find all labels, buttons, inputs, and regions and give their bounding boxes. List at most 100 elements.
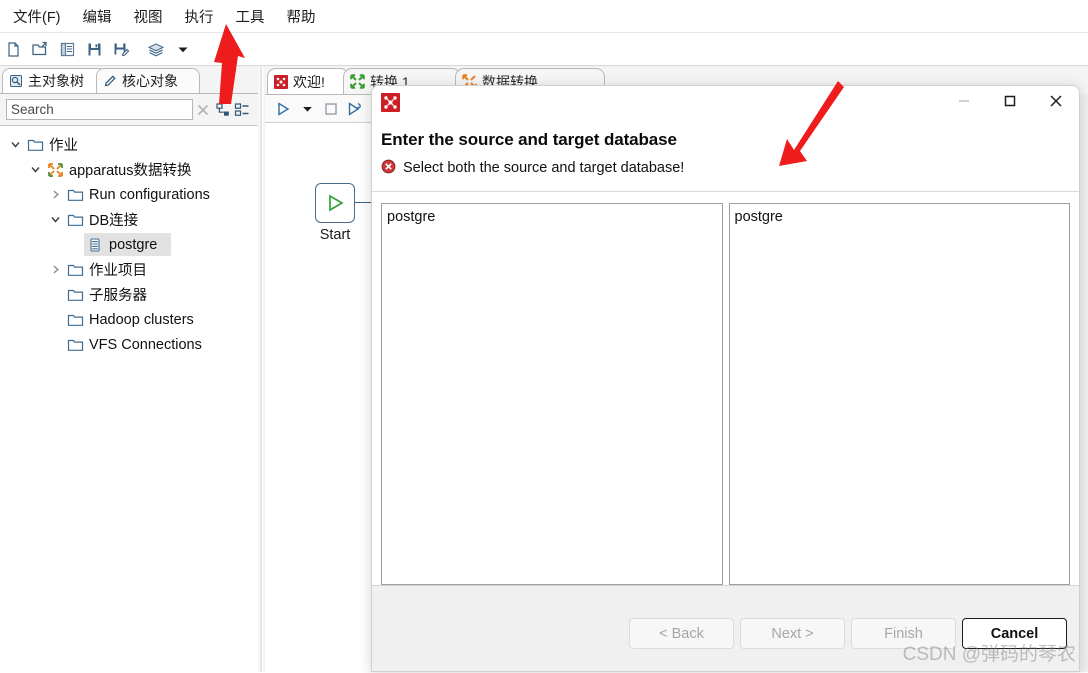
folder-icon: [64, 332, 86, 357]
stop-icon[interactable]: [319, 97, 343, 121]
dialog-header: Enter the source and target database Sel…: [372, 130, 1079, 191]
run-dropdown-icon[interactable]: [295, 97, 319, 121]
transformation-icon: [44, 157, 66, 182]
selection-highlight: postgre: [84, 232, 172, 257]
next-button[interactable]: Next >: [740, 618, 845, 649]
layers-icon[interactable]: [143, 36, 169, 62]
kettle-icon: [381, 93, 400, 115]
left-panel-tabstrip: 主对象树 核心对象: [0, 66, 258, 94]
tab-welcome[interactable]: 欢迎!: [267, 68, 349, 94]
list-item[interactable]: postgre: [730, 208, 1070, 226]
clear-x-icon[interactable]: [193, 98, 213, 122]
tab-label: 欢迎!: [293, 73, 325, 90]
tree-item-label: 子服务器: [89, 288, 147, 304]
folder-icon: [64, 257, 86, 282]
tree-item-label: 作业项目: [89, 263, 147, 279]
list-item[interactable]: postgre: [382, 208, 722, 226]
dropdown-arrow-icon[interactable]: [170, 36, 196, 62]
tab-core-objects[interactable]: 核心对象: [96, 68, 200, 93]
error-icon: [381, 159, 396, 177]
transformation-green-icon: [350, 74, 365, 89]
chevron-down-icon[interactable]: [6, 132, 24, 157]
tree-row[interactable]: 子服务器: [0, 282, 258, 307]
tab-label: 核心对象: [122, 73, 178, 89]
object-tree-icon: [9, 74, 23, 88]
menu-item-edit[interactable]: 编辑: [72, 2, 123, 31]
tree-item-label: 作业: [49, 138, 78, 154]
search-input[interactable]: [6, 99, 193, 120]
tree-item-label: apparatus数据转换: [69, 163, 192, 179]
folder-icon: [24, 132, 46, 157]
dialog-message-row: Select both the source and target databa…: [381, 159, 1079, 191]
close-icon[interactable]: [1033, 86, 1079, 116]
start-play-icon: [315, 183, 355, 223]
dialog-title: Enter the source and target database: [381, 130, 677, 149]
tree-item-label: Hadoop clusters: [89, 311, 194, 328]
pencil-icon: [103, 74, 117, 88]
preview-icon[interactable]: [343, 97, 367, 121]
tree-row[interactable]: DB连接: [0, 207, 258, 232]
left-panel: 主对象树 核心对象 作业: [0, 66, 258, 672]
folder-icon: [64, 182, 86, 207]
explorer-icon[interactable]: [54, 36, 80, 62]
dialog-footer: < Back Next > Finish Cancel: [372, 585, 1079, 671]
dialog-body: postgre postgre: [372, 192, 1079, 585]
dialog-titlebar[interactable]: [372, 86, 1079, 130]
expand-all-icon[interactable]: [232, 98, 252, 122]
finish-button[interactable]: Finish: [851, 618, 956, 649]
tree-item-label: postgre: [109, 236, 158, 253]
object-tree[interactable]: 作业 apparatus数据转换 Run configurations DB连接…: [0, 126, 258, 672]
tree-row[interactable]: 作业: [0, 132, 258, 157]
source-target-database-dialog: Enter the source and target database Sel…: [371, 85, 1080, 672]
search-bar: [0, 94, 258, 126]
tree-row[interactable]: apparatus数据转换: [0, 157, 258, 182]
run-icon[interactable]: [271, 97, 295, 121]
dialog-button-bar: < Back Next > Finish Cancel: [629, 618, 1067, 649]
back-button[interactable]: < Back: [629, 618, 734, 649]
menu-item-file[interactable]: 文件(F): [2, 2, 72, 31]
canvas-node-start[interactable]: Start: [315, 183, 355, 243]
chevron-right-icon[interactable]: [46, 182, 64, 207]
tree-row[interactable]: Hadoop clusters: [0, 307, 258, 332]
folder-icon: [64, 207, 86, 232]
target-database-list[interactable]: postgre: [728, 203, 1070, 585]
tree-item-label: Run configurations: [89, 186, 210, 203]
save-icon[interactable]: [81, 36, 107, 62]
menu-item-help[interactable]: 帮助: [276, 2, 327, 31]
database-icon: [84, 232, 106, 257]
source-database-list[interactable]: postgre: [381, 203, 723, 585]
tab-main-object-tree[interactable]: 主对象树: [2, 68, 106, 93]
chevron-down-icon[interactable]: [26, 157, 44, 182]
tree-item-label: VFS Connections: [89, 336, 202, 353]
tree-row[interactable]: Run configurations: [0, 182, 258, 207]
chevron-down-icon[interactable]: [46, 207, 64, 232]
main-toolbar: [0, 33, 1088, 66]
menu-bar: 文件(F) 编辑 视图 执行 工具 帮助: [0, 0, 1088, 33]
menu-item-tools[interactable]: 工具: [225, 2, 276, 31]
tree-item-label: DB连接: [89, 213, 139, 229]
save-as-icon[interactable]: [108, 36, 134, 62]
minimize-icon[interactable]: [941, 86, 987, 116]
open-folder-icon[interactable]: [27, 36, 53, 62]
dialog-window-controls: [941, 86, 1079, 116]
tree-row-postgre[interactable]: postgre: [0, 232, 258, 257]
kettle-icon: [274, 74, 288, 89]
collapse-all-icon[interactable]: [213, 98, 233, 122]
chevron-right-icon[interactable]: [46, 257, 64, 282]
canvas-node-label: Start: [319, 227, 351, 243]
dialog-message: Select both the source and target databa…: [403, 160, 685, 176]
menu-item-view[interactable]: 视图: [123, 2, 174, 31]
cancel-button[interactable]: Cancel: [962, 618, 1067, 649]
tree-row[interactable]: VFS Connections: [0, 332, 258, 357]
panel-splitter[interactable]: [258, 66, 265, 672]
folder-icon: [64, 282, 86, 307]
menu-item-run[interactable]: 执行: [174, 2, 225, 31]
new-file-icon[interactable]: [0, 36, 26, 62]
maximize-icon[interactable]: [987, 86, 1033, 116]
tree-row[interactable]: 作业项目: [0, 257, 258, 282]
tab-label: 主对象树: [28, 73, 84, 89]
folder-icon: [64, 307, 86, 332]
